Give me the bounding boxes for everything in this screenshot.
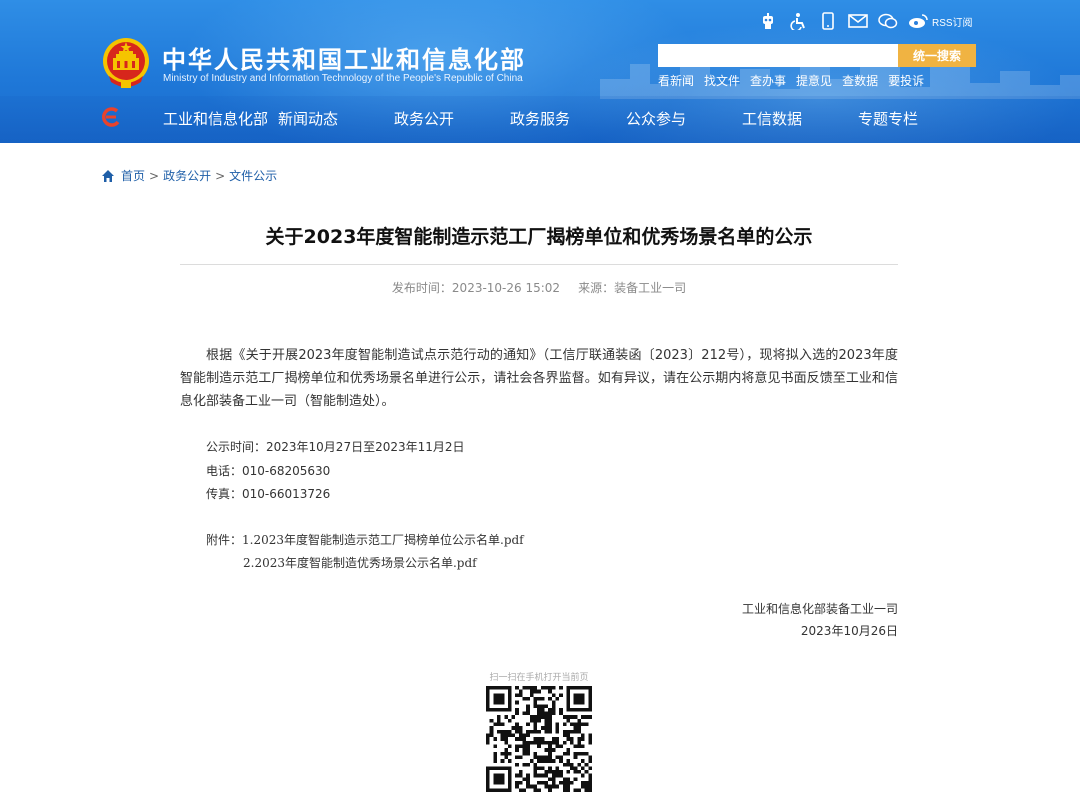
nav-item-gov-affairs[interactable]: 政务公开 [394,108,510,129]
breadcrumb-separator: > [215,168,226,183]
attachment-row: 2.2023年度智能制造优秀场景公示名单.pdf [243,554,477,571]
breadcrumb-home[interactable]: 首页 [121,167,145,184]
home-icon [102,169,114,182]
notice-period: 公示时间：2023年10月27日至2023年11月2日 [206,440,465,454]
main-nav: 工业和信息化部 新闻动态 政务公开 政务服务 公众参与 工信数据 专题专栏 [156,108,974,129]
mail-icon[interactable] [848,11,868,31]
quick-link-services[interactable]: 查办事 [750,72,786,89]
nav-item-news[interactable]: 新闻动态 [278,108,394,129]
site-subtitle: Ministry of Industry and Information Tec… [163,73,523,84]
search-input[interactable] [658,44,898,67]
attachment-link[interactable]: 1.2023年度智能制造示范工厂揭榜单位公示名单.pdf [242,533,524,547]
national-emblem-logo[interactable] [101,36,151,90]
nav-item-home[interactable]: 工业和信息化部 [156,108,278,129]
breadcrumb: 首页 > 政务公开 > 文件公示 [101,167,277,184]
accessibility-icon[interactable] [788,11,808,31]
breadcrumb-gov-affairs[interactable]: 政务公开 [163,167,211,184]
breadcrumb-separator: > [149,168,160,183]
qr-caption: 扫一扫在手机打开当前页 [489,673,589,683]
search-box [658,44,898,67]
quick-link-data[interactable]: 查数据 [842,72,878,89]
wechat-icon[interactable] [878,11,898,31]
article-meta: 发布时间：2023-10-26 15:02 来源：装备工业一司 [180,279,898,296]
top-utility-icons: RSS订阅 [758,10,973,32]
miit-logo-icon[interactable] [101,106,121,128]
nav-item-public-participation[interactable]: 公众参与 [626,108,742,129]
robot-icon[interactable] [758,11,778,31]
nav-item-topics[interactable]: 专题专栏 [858,108,974,129]
quick-link-feedback[interactable]: 提意见 [796,72,832,89]
quick-link-documents[interactable]: 找文件 [704,72,740,89]
publish-time: 发布时间：2023-10-26 15:02 [391,281,561,295]
rss-link[interactable]: RSS订阅 [932,14,973,29]
attachment-link[interactable]: 2.2023年度智能制造优秀场景公示名单.pdf [243,556,477,570]
nav-item-gov-services[interactable]: 政务服务 [510,108,626,129]
contact-phone: 电话：010-68205630 [206,464,331,478]
qr-code [486,686,592,792]
article-source: 来源：装备工业一司 [578,281,687,295]
weibo-icon[interactable] [908,11,928,31]
quick-links: 看新闻 找文件 查办事 提意见 查数据 要投诉 [658,72,924,89]
search-button[interactable]: 统一搜索 [898,44,976,67]
nav-item-data[interactable]: 工信数据 [742,108,858,129]
contact-fax: 传真：010-66013726 [206,487,331,501]
signature-org: 工业和信息化部装备工业一司 [741,602,898,616]
attachments-label: 附件： [206,533,243,547]
breadcrumb-file-notice[interactable]: 文件公示 [229,167,277,184]
article-body: 根据《关于开展2023年度智能制造试点示范行动的通知》（工信厅联通装函〔2023… [180,348,898,409]
title-divider [180,264,898,265]
signature-date: 2023年10月26日 [800,624,898,638]
attachment-row: 附件：1.2023年度智能制造示范工厂揭榜单位公示名单.pdf [206,531,524,548]
quick-link-complaint[interactable]: 要投诉 [888,72,924,89]
site-title[interactable]: 中华人民共和国工业和信息化部 [162,40,526,75]
article-title: 关于2023年度智能制造示范工厂揭榜单位和优秀场景名单的公示 [265,226,813,248]
quick-link-news[interactable]: 看新闻 [658,72,694,89]
mobile-icon[interactable] [818,11,838,31]
